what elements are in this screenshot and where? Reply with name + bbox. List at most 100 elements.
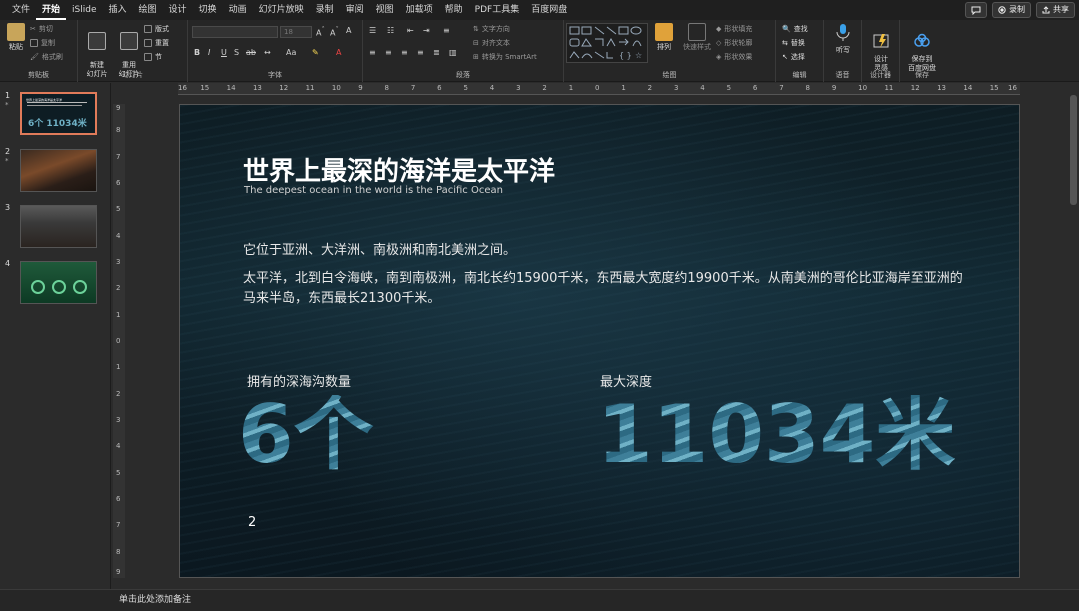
stat-value-trenches[interactable]: 6个 xyxy=(238,395,374,475)
select-button[interactable]: ↖ 选择 xyxy=(782,52,805,62)
menu-view[interactable]: 视图 xyxy=(370,0,400,20)
search-icon: 🔍 xyxy=(782,25,791,33)
align-left-button[interactable]: ≡ xyxy=(369,48,376,57)
distribute-button[interactable]: ≣ xyxy=(433,48,440,57)
change-case-button[interactable]: Aa xyxy=(286,48,296,57)
copy-button[interactable]: 复制 xyxy=(30,38,55,48)
slide-thumbnail-4[interactable] xyxy=(20,261,97,304)
quick-styles-button[interactable]: 快速样式 xyxy=(680,23,714,52)
line-spacing-button[interactable]: ≡ xyxy=(443,26,450,35)
ruler-tick-label: 9 xyxy=(358,84,363,92)
strikethrough-button[interactable]: ab xyxy=(246,48,256,57)
scrollbar-thumb[interactable] xyxy=(1070,95,1077,205)
bold-button[interactable]: B xyxy=(194,48,200,57)
cloud-icon xyxy=(914,33,930,47)
slide[interactable]: 世界上最深的海洋是太平洋 The deepest ocean in the wo… xyxy=(179,104,1020,578)
format-painter-button[interactable]: 🖌 格式刷 xyxy=(30,52,63,62)
shape-effects-button[interactable]: ◈ 形状效果 xyxy=(716,52,752,62)
menu-addins[interactable]: 加载项 xyxy=(400,0,439,20)
slide-paragraph-2[interactable]: 太平洋，北到白令海峡，南到南极洲，南北长约15900千米，东西最大宽度约1990… xyxy=(243,269,973,309)
align-text-button[interactable]: ⊟ 对齐文本 xyxy=(473,38,510,48)
comments-button[interactable] xyxy=(965,2,987,18)
slide-thumbnail-1[interactable]: 世界上最深的海洋是太平洋 6个 11034米 xyxy=(20,92,97,135)
menu-baidu-netdisk[interactable]: 百度网盘 xyxy=(525,0,573,20)
status-left xyxy=(0,589,111,611)
thumb-number: 1 xyxy=(5,91,11,100)
replace-button[interactable]: ⇆ 替换 xyxy=(782,38,805,48)
spacing-button[interactable]: ↔ xyxy=(264,48,271,57)
increase-indent-button[interactable]: ⇥ xyxy=(423,26,430,35)
shape-outline-button[interactable]: ◇ 形状轮廓 xyxy=(716,38,752,48)
ruler-tick-label: 8 xyxy=(116,547,121,556)
menu-file[interactable]: 文件 xyxy=(6,0,36,20)
numbering-button[interactable]: ☷ xyxy=(387,26,394,35)
section-icon xyxy=(144,53,152,61)
columns-button[interactable]: ▥ xyxy=(449,48,457,57)
shapes-gallery[interactable]: { } ☆ xyxy=(566,23,648,63)
slide-thumbnail-2[interactable] xyxy=(20,149,97,192)
slide-thumbnail-3[interactable] xyxy=(20,205,97,248)
align-right-button[interactable]: ≡ xyxy=(401,48,408,57)
slide-title[interactable]: 世界上最深的海洋是太平洋 xyxy=(243,151,555,188)
text-direction-button[interactable]: ⇅ 文字方向 xyxy=(473,24,510,34)
justify-button[interactable]: ≡ xyxy=(417,48,424,57)
underline-button[interactable]: U xyxy=(221,48,227,57)
font-shrink-button[interactable]: Aˇ xyxy=(330,26,339,38)
slide-paragraph-1[interactable]: 它位于亚洲、大洋洲、南极洲和南北美洲之间。 xyxy=(243,239,516,258)
menu-transitions[interactable]: 切换 xyxy=(193,0,223,20)
menu-help[interactable]: 帮助 xyxy=(439,0,469,20)
slide-subtitle[interactable]: The deepest ocean in the world is the Pa… xyxy=(244,185,503,196)
design-ideas-button[interactable]: 设计 灵感 xyxy=(868,23,894,73)
section-button[interactable]: 节 xyxy=(144,52,162,62)
font-color-button[interactable]: A xyxy=(336,48,341,57)
menu-slideshow[interactable]: 幻灯片放映 xyxy=(253,0,310,20)
font-name-field[interactable] xyxy=(192,26,278,38)
italic-button[interactable]: I xyxy=(208,48,210,57)
shadow-button[interactable]: S xyxy=(234,48,239,57)
ruler-tick-label: 3 xyxy=(516,84,521,92)
vertical-ruler: 9 8 7 6 5 4 3 2 1 0 1 2 3 4 5 6 7 8 9 xyxy=(113,104,125,578)
font-grow-button[interactable]: Aˆ xyxy=(316,26,325,38)
paste-button[interactable]: 粘贴 xyxy=(5,23,27,52)
section-label: 节 xyxy=(155,53,162,61)
stat-value-depth[interactable]: 11034米 xyxy=(597,395,955,475)
shape-fill-button[interactable]: ◆ 形状填充 xyxy=(716,24,752,34)
ruler-tick-label: 6 xyxy=(437,84,442,92)
slide-page-number[interactable]: 2 xyxy=(248,515,256,530)
cursor-icon: ↖ xyxy=(782,53,788,61)
menu-islide[interactable]: iSlide xyxy=(66,0,102,20)
find-button[interactable]: 🔍 查找 xyxy=(782,24,808,34)
reset-button[interactable]: 重置 xyxy=(144,38,169,48)
ruler-tick-label: 8 xyxy=(116,126,121,135)
menu-design[interactable]: 设计 xyxy=(163,0,193,20)
ruler-tick-label: 4 xyxy=(489,84,495,92)
share-button[interactable]: 共享 xyxy=(1036,2,1075,18)
menu-animations[interactable]: 动画 xyxy=(223,0,253,20)
highlight-button[interactable]: ✎ xyxy=(312,48,319,57)
record-button[interactable]: 录制 xyxy=(992,2,1031,18)
layout-button[interactable]: 版式 xyxy=(144,24,169,34)
voice-group-label: 语音 xyxy=(835,71,850,79)
font-size-field[interactable]: 18 xyxy=(280,26,312,38)
bullets-button[interactable]: ☰ xyxy=(369,26,376,35)
clear-format-button[interactable]: A xyxy=(346,26,351,35)
decrease-indent-button[interactable]: ⇤ xyxy=(407,26,414,35)
menu-pdf-tools[interactable]: PDF工具集 xyxy=(469,0,526,20)
smartart-button[interactable]: ⊞ 转换为 SmartArt xyxy=(473,52,537,62)
menu-review[interactable]: 审阅 xyxy=(340,0,370,20)
align-center-button[interactable]: ≡ xyxy=(385,48,392,57)
cut-button[interactable]: ✂ 剪切 xyxy=(30,24,53,34)
arrange-button[interactable]: 排列 xyxy=(652,23,676,52)
thumb-circle xyxy=(52,280,66,294)
vertical-scrollbar[interactable] xyxy=(1068,83,1079,589)
dictate-button[interactable]: 听写 xyxy=(832,23,854,55)
menu-insert[interactable]: 插入 xyxy=(103,0,133,20)
record-label: 录制 xyxy=(1009,5,1025,14)
menu-record[interactable]: 录制 xyxy=(310,0,340,20)
record-icon xyxy=(998,6,1006,14)
notes-pane[interactable]: 单击此处添加备注 xyxy=(111,589,1079,611)
menu-home[interactable]: 开始 xyxy=(36,0,67,20)
design-ideas-icon xyxy=(873,34,889,48)
save-to-baidu-button[interactable]: 保存到 百度网盘 xyxy=(902,23,942,73)
menu-draw[interactable]: 绘图 xyxy=(133,0,163,20)
